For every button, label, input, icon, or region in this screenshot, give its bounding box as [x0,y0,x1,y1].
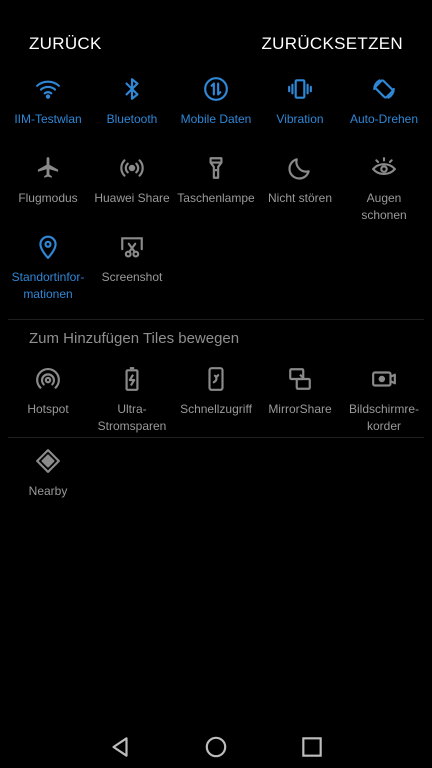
tile-location[interactable]: Standortinfor- mationen [5,232,91,303]
tile-label: Nicht stören [267,191,333,205]
tile-ultra-power-saving[interactable]: Ultra- Stromsparen [89,364,175,435]
tile-label: Augen schonen [361,191,407,222]
quick-access-icon [173,364,259,394]
tile-label: Bildschirmre- korder [348,402,419,433]
screen-recorder-icon [341,364,427,394]
tile-quick-access[interactable]: Schnellzugriff [173,364,259,418]
tile-label: Mobile Daten [180,112,252,126]
tile-label: IIM-Testwlan [14,112,82,126]
reset-button[interactable]: ZURÜCKSETZEN [262,34,404,54]
section-divider [8,319,424,320]
tile-label: Screenshot [101,270,163,284]
section-divider [8,437,424,438]
tile-label: Auto-Drehen [349,112,419,126]
tile-label: Vibration [276,112,324,126]
tile-eye-comfort[interactable]: Augen schonen [341,153,427,224]
tile-label: Nearby [28,484,68,498]
mobile-data-icon [173,74,259,104]
auto-rotate-icon [341,74,427,104]
editor-header: ZURÜCK ZURÜCKSETZEN [0,30,432,60]
tile-vibration[interactable]: Vibration [257,74,343,128]
tile-flashlight[interactable]: Taschenlampe [173,153,259,207]
tile-huawei-share[interactable]: Huawei Share [89,153,175,207]
recents-square-icon[interactable] [299,734,325,760]
add-section-title: Zum Hinzufügen Tiles bewegen [29,330,240,347]
hotspot-icon [5,364,91,394]
tile-label: Schnellzugriff [180,402,252,416]
tile-label: MirrorShare [268,402,332,416]
location-icon [5,232,91,262]
tile-airplane[interactable]: Flugmodus [5,153,91,207]
tile-wifi[interactable]: IIM-Testwlan [5,74,91,128]
vibration-icon [257,74,343,104]
tile-bluetooth[interactable]: Bluetooth [89,74,175,128]
tile-mobile-data[interactable]: Mobile Daten [173,74,259,128]
screenshot-icon [89,232,175,262]
bluetooth-icon [89,74,175,104]
nearby-icon [5,446,91,476]
tile-label: Taschenlampe [177,191,255,205]
flashlight-icon [173,153,259,183]
back-triangle-icon[interactable] [107,734,133,760]
mirror-share-icon [257,364,343,394]
tile-screenshot[interactable]: Screenshot [89,232,175,286]
tile-auto-rotate[interactable]: Auto-Drehen [341,74,427,128]
wifi-icon [5,74,91,104]
tile-label: Ultra- Stromsparen [97,402,167,433]
battery-saver-icon [89,364,175,394]
tile-label: Flugmodus [18,191,78,205]
eye-icon [341,153,427,183]
tile-mirror-share[interactable]: MirrorShare [257,364,343,418]
home-circle-icon[interactable] [203,734,229,760]
tile-label: Bluetooth [106,112,158,126]
tile-screen-recorder[interactable]: Bildschirmre- korder [341,364,427,435]
airplane-icon [5,153,91,183]
tile-label: Standortinfor- mationen [11,270,85,301]
tile-label: Hotspot [27,402,69,416]
tile-nearby[interactable]: Nearby [5,446,91,500]
huawei-share-icon [89,153,175,183]
tile-do-not-disturb[interactable]: Nicht stören [257,153,343,207]
back-button[interactable]: ZURÜCK [29,34,102,54]
system-navbar [0,726,432,768]
tile-label: Huawei Share [94,191,170,205]
moon-icon [257,153,343,183]
tile-hotspot[interactable]: Hotspot [5,364,91,418]
